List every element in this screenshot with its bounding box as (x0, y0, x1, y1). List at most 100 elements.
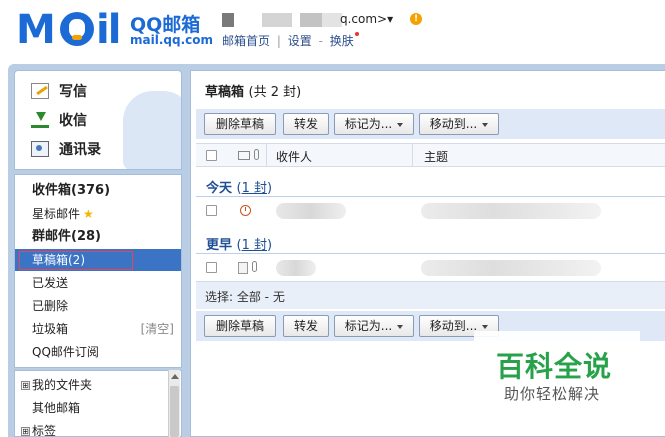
mark-as-dropdown[interactable]: 标记为... (334, 113, 414, 135)
selection-bar: 选择: 全部 - 无 (196, 281, 665, 309)
group-divider (196, 253, 665, 254)
sidebar-item-label: 群邮件(28) (32, 229, 101, 244)
sidebar-item-deleted[interactable]: 已删除 (15, 295, 181, 317)
empty-spam-link[interactable]: [清空] (141, 318, 174, 340)
logo-letters-il: il (96, 7, 121, 53)
link-settings[interactable]: 设置 (288, 34, 312, 48)
sidebar-item-drafts[interactable]: 草稿箱(2) (15, 249, 181, 271)
contacts-icon (31, 141, 49, 157)
sidebar-item-starred[interactable]: 星标邮件 ★ (15, 203, 181, 225)
forward-button[interactable]: 转发 (283, 315, 329, 337)
forward-button[interactable]: 转发 (283, 113, 329, 135)
draft-page-icon (238, 262, 248, 274)
link-separator: - (318, 34, 323, 48)
mark-as-dropdown[interactable]: 标记为... (334, 315, 414, 337)
tree-other-mailboxes[interactable]: 其他邮箱 (32, 399, 80, 416)
page-title: 草稿箱 (共 2 封) (205, 81, 301, 100)
scroll-up-icon[interactable] (171, 374, 179, 379)
folder-title: 草稿箱 (205, 85, 245, 100)
tree-tags[interactable]: ⊞ 标签 (21, 422, 56, 437)
link-separator: | (276, 34, 281, 48)
link-change-skin[interactable]: 换肤 (330, 34, 354, 48)
qq-mail-logo[interactable]: M il (16, 10, 126, 50)
move-to-dropdown[interactable]: 移动到... (419, 113, 499, 135)
sidebar-item-label: 已发送 (32, 276, 69, 290)
chevron-down-icon (397, 324, 404, 329)
tree-label: 其他邮箱 (32, 401, 81, 415)
account-suffix: q.com>▾ (340, 12, 394, 26)
brand-url: mail.qq.com (130, 33, 213, 47)
drafts-highlight-box (19, 251, 133, 270)
folder-tree: ⊞ 我的文件夹 其他邮箱 ⊞ 标签 (14, 370, 182, 437)
watermark: 百科全说 助你轻松解决 (474, 331, 640, 411)
envelope-icon (238, 151, 250, 160)
sidebar-scrollbar[interactable] (168, 370, 180, 437)
scheduled-clock-icon (240, 205, 251, 216)
sidebar-item-spam[interactable]: 垃圾箱 [清空] (15, 318, 181, 340)
sidebar-item-label: 已删除 (32, 299, 69, 313)
receive-label: 收信 (59, 113, 87, 129)
blurred-recipient (276, 203, 346, 219)
link-mail-home[interactable]: 邮箱首页 (222, 34, 270, 48)
expand-icon[interactable]: ⊞ (21, 427, 30, 436)
table-row[interactable] (196, 198, 665, 224)
chevron-down-icon (482, 122, 489, 127)
expand-icon[interactable]: ⊞ (21, 381, 30, 390)
sidebar-actions: 写信 收信 通讯录 (14, 70, 182, 170)
sidebar-item-inbox[interactable]: 收件箱(376) (15, 180, 181, 202)
chevron-down-icon (397, 122, 404, 127)
scroll-thumb[interactable] (170, 386, 179, 437)
column-recipient[interactable]: 收件人 (276, 148, 312, 165)
delete-draft-button[interactable]: 删除草稿 (204, 113, 276, 135)
sidebar-item-sent[interactable]: 已发送 (15, 272, 181, 294)
column-subject[interactable]: 主题 (424, 148, 448, 165)
tree-label: 标签 (32, 424, 57, 437)
account-menu[interactable]: q.com>▾ ! (222, 12, 422, 28)
group-divider (196, 196, 665, 197)
watermark-subtitle: 助你轻松解决 (504, 385, 601, 403)
column-divider (266, 144, 267, 166)
sidebar-item-group-mail[interactable]: 群邮件(28) (15, 226, 181, 248)
group-count: (1 封) (236, 238, 273, 253)
sidebar-item-label: 星标邮件 (32, 207, 81, 221)
logo-letter-m: M (16, 7, 56, 53)
mark-as-label: 标记为... (344, 117, 393, 131)
folder-list: 收件箱(376) 星标邮件 ★ 群邮件(28) 草稿箱(2) 已发送 已删除 垃圾… (14, 174, 182, 368)
qq-penguin-icon (60, 12, 94, 46)
compose-label: 写信 (59, 84, 87, 100)
sidebar-item-subscriptions[interactable]: QQ邮件订阅 (15, 341, 181, 363)
group-count-link[interactable]: 1 封 (242, 238, 267, 253)
new-dot-icon (354, 32, 359, 36)
group-header-earlier: 更早 (1 封) (206, 234, 272, 253)
tree-label: 我的文件夹 (32, 378, 93, 392)
select-all-none-text[interactable]: 选择: 全部 - 无 (205, 288, 285, 305)
delete-draft-button[interactable]: 删除草稿 (204, 315, 276, 337)
warning-icon[interactable]: ! (410, 13, 422, 25)
attachment-icon (252, 261, 257, 272)
blurred-account-name (222, 13, 342, 27)
select-all-checkbox[interactable] (206, 150, 217, 161)
sidebar-item-label: QQ邮件订阅 (32, 345, 99, 359)
row-checkbox[interactable] (206, 262, 217, 273)
star-icon: ★ (83, 207, 94, 221)
move-to-label: 移动到... (429, 117, 478, 131)
blurred-subject (421, 260, 601, 276)
sidebar-item-label: 收件箱(376) (32, 183, 111, 198)
watermark-title: 百科全说 (496, 350, 613, 383)
attachment-icon (254, 149, 259, 160)
chevron-down-icon (482, 324, 489, 329)
move-to-label: 移动到... (429, 319, 478, 333)
column-divider (412, 144, 413, 166)
toolbar-top: 删除草稿 转发 标记为... 移动到... (196, 109, 665, 139)
tree-my-folders[interactable]: ⊞ 我的文件夹 (21, 376, 92, 393)
folder-count: (共 2 封) (248, 85, 302, 100)
group-count: (1 封) (236, 181, 273, 196)
table-header: 收件人 主题 (196, 143, 665, 167)
table-row[interactable] (196, 255, 665, 281)
top-links: 邮箱首页 | 设置 - 换肤 (222, 32, 359, 49)
mark-as-label: 标记为... (344, 319, 393, 333)
group-count-link[interactable]: 1 封 (242, 181, 267, 196)
contacts-label: 通讯录 (59, 142, 101, 158)
group-title: 今天 (206, 181, 233, 196)
row-checkbox[interactable] (206, 205, 217, 216)
